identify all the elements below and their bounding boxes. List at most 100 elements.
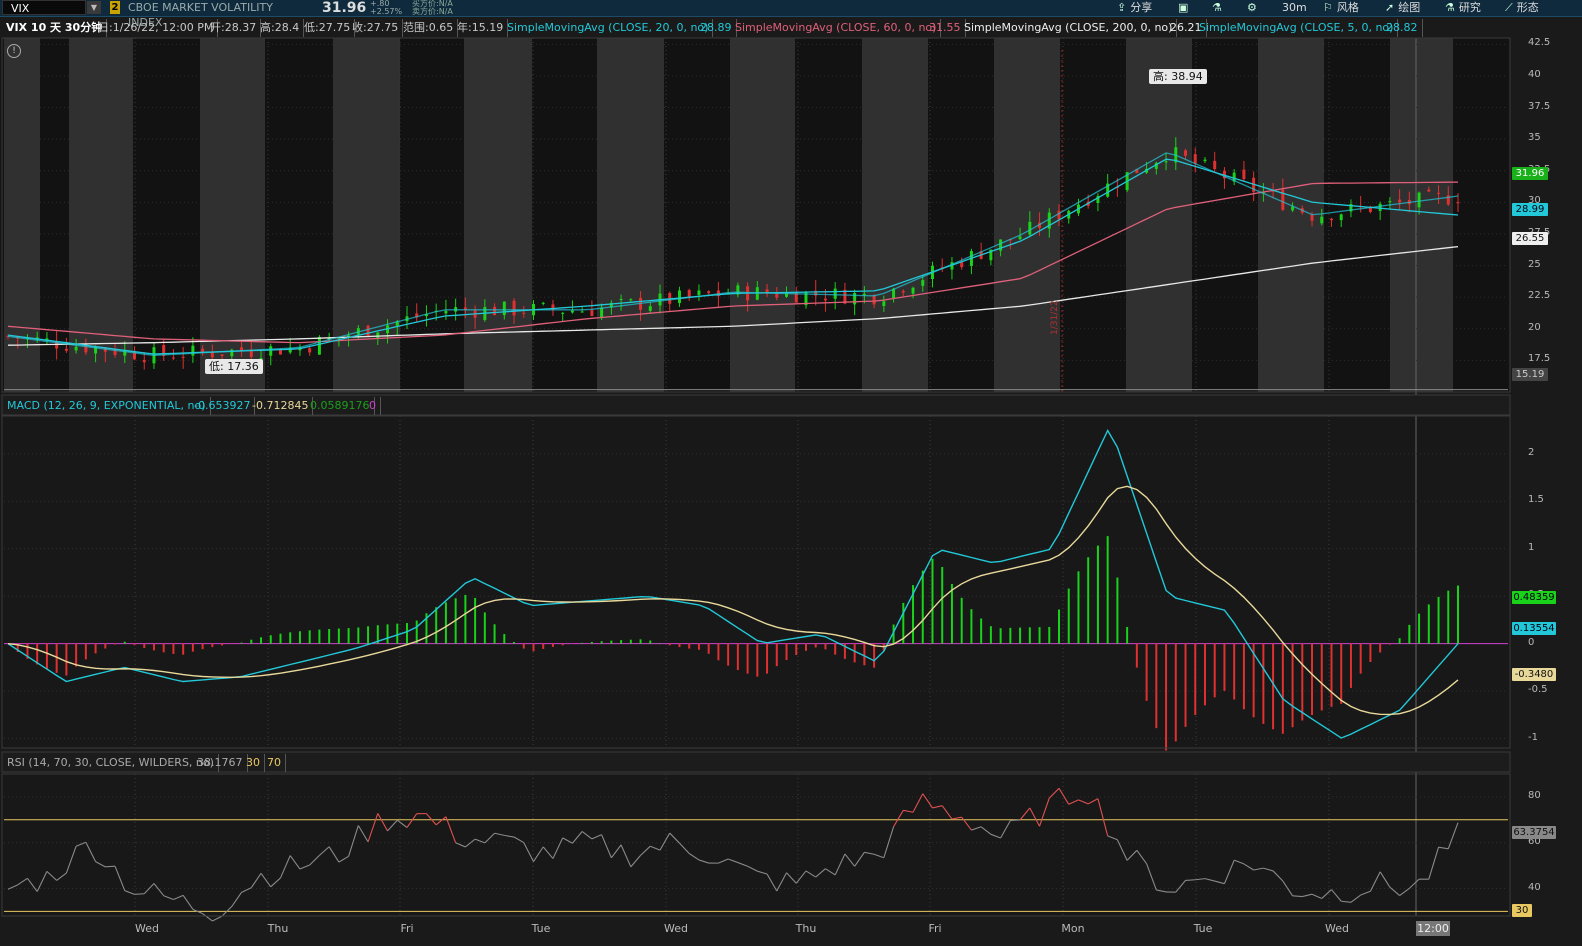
macd-value: -0.653927 <box>190 397 256 415</box>
candle-body <box>1388 201 1392 203</box>
candle-body <box>220 354 224 356</box>
time-axis-label: Tue <box>531 922 551 935</box>
rsi-30-tag: 30 <box>1512 904 1532 917</box>
candle-body <box>561 312 565 314</box>
session-band <box>597 38 664 392</box>
time-axis-label: Wed <box>664 922 688 935</box>
candle-body <box>1018 236 1022 240</box>
sma200-study[interactable]: SimpleMovingAvg (CLOSE, 200, 0, no) <box>960 19 1178 37</box>
rsi-overbought: 70 <box>263 754 286 772</box>
close-value: 收:27.75 <box>348 19 404 37</box>
candle-body <box>522 312 526 314</box>
rsi-study-label[interactable]: RSI (14, 70, 30, CLOSE, WILDERS, no) <box>3 754 219 772</box>
bar-date: 日:1/26/22, 12:00 PM <box>94 19 219 37</box>
price-tick-label: 17.5 <box>1528 353 1551 365</box>
candle-body <box>1456 202 1460 204</box>
candle-body <box>590 310 594 316</box>
candle-body <box>376 332 380 339</box>
macd-avg-tag: -0.3480 <box>1512 668 1556 681</box>
candle-body <box>911 287 915 294</box>
chart-canvas[interactable] <box>0 0 1582 946</box>
candle-body <box>1320 216 1324 224</box>
rsi-panel-bg <box>0 774 1510 916</box>
candle-body <box>64 348 68 351</box>
time-axis-label: Mon <box>1061 922 1085 935</box>
time-axis-label: Tue <box>1193 922 1213 935</box>
open-value: 开:28.37 <box>206 19 262 37</box>
rsi-segment <box>1185 879 1196 881</box>
candle-body <box>921 280 925 286</box>
session-band <box>862 38 928 392</box>
candle-body <box>1057 210 1061 220</box>
price-tick-label: 35 <box>1528 132 1541 144</box>
candle-body <box>1164 161 1168 163</box>
candle-body <box>366 325 370 337</box>
price-tick-label: 40 <box>1528 68 1541 80</box>
candle-body <box>600 307 604 318</box>
time-axis-label: Wed <box>135 922 159 935</box>
chart-title[interactable]: VIX 10 天 30分钟 <box>2 19 108 37</box>
sma60-label: SimpleMovingAvg (CLOSE, 60, 0, no) <box>735 21 937 34</box>
session-band <box>1126 38 1192 392</box>
sma5-study[interactable]: SimpleMovingAvg (CLOSE, 5, 0, no) <box>1195 19 1399 37</box>
candle-body <box>1242 169 1246 180</box>
candle-body <box>707 291 711 294</box>
session-band <box>1453 38 1508 392</box>
rsi-segment <box>134 893 145 895</box>
candle-body <box>502 301 506 316</box>
last-price-tag: 31.96 <box>1512 167 1548 180</box>
candle-body <box>45 338 49 340</box>
time-axis-label: Fri <box>400 922 414 935</box>
candle-body <box>1203 159 1207 162</box>
candle-body <box>1417 192 1421 208</box>
candle-body <box>142 359 146 363</box>
session-band <box>69 38 133 392</box>
candle-body <box>308 348 312 353</box>
candle-body <box>191 345 195 356</box>
macd-study-label[interactable]: MACD (12, 26, 9, EXPONENTIAL, no) <box>3 397 211 415</box>
candle-body <box>201 348 205 352</box>
session-band <box>928 38 994 392</box>
low-callout: 低: 17.36 <box>205 359 263 374</box>
time-axis-label: Thu <box>795 922 817 935</box>
price-tick-label: 25 <box>1528 258 1541 270</box>
candle-body <box>677 290 681 304</box>
session-band <box>40 38 69 392</box>
candle-body <box>570 310 574 313</box>
candle-body <box>901 291 905 293</box>
sma20-study[interactable]: SimpleMovingAvg (CLOSE, 20, 0, no) <box>503 19 714 37</box>
range-value: 范围:0.65 <box>399 19 459 37</box>
sma20-label: SimpleMovingAvg (CLOSE, 20, 0, no) <box>507 21 709 34</box>
price-tick-label: 37.5 <box>1528 100 1551 112</box>
candle-body <box>1193 154 1197 164</box>
sma60-study[interactable]: SimpleMovingAvg (CLOSE, 60, 0, no) <box>731 19 942 37</box>
high-value: 高:28.4 <box>256 19 305 37</box>
macd-line-tag: 0.13554 <box>1512 622 1556 635</box>
candle-body <box>210 352 214 358</box>
alert-icon[interactable]: ! <box>7 44 21 58</box>
rsi-segment <box>212 915 223 922</box>
candle-body <box>317 337 321 355</box>
time-axis-label: Thu <box>267 922 289 935</box>
candle-body <box>687 290 691 297</box>
session-band <box>200 38 265 392</box>
candle-body <box>1329 218 1333 221</box>
candle-body <box>1339 214 1343 221</box>
macd-avg-value: -0.712845 <box>248 397 314 415</box>
date-marker-label: 1/31/22 <box>1050 300 1060 335</box>
macd-tick-label: 1 <box>1528 541 1535 553</box>
candle-body <box>580 311 584 313</box>
session-band <box>730 38 795 392</box>
macd-tick-label: 0 <box>1528 636 1535 648</box>
candle-body <box>872 295 876 305</box>
macd-tick-label: 2 <box>1528 446 1535 458</box>
candle-body <box>648 306 652 311</box>
price-info-bar: VIX 10 天 30分钟 日:1/26/22, 12:00 PM 开:28.3… <box>0 19 1510 37</box>
high-callout: 高: 38.94 <box>1149 69 1207 84</box>
sma200-label: SimpleMovingAvg (CLOSE, 200, 0, no) <box>964 21 1173 34</box>
session-band <box>1192 38 1258 392</box>
candle-body <box>823 298 827 301</box>
candle-body <box>882 301 886 306</box>
price-tick-label: 22.5 <box>1528 290 1551 302</box>
candle-body <box>1028 221 1032 235</box>
